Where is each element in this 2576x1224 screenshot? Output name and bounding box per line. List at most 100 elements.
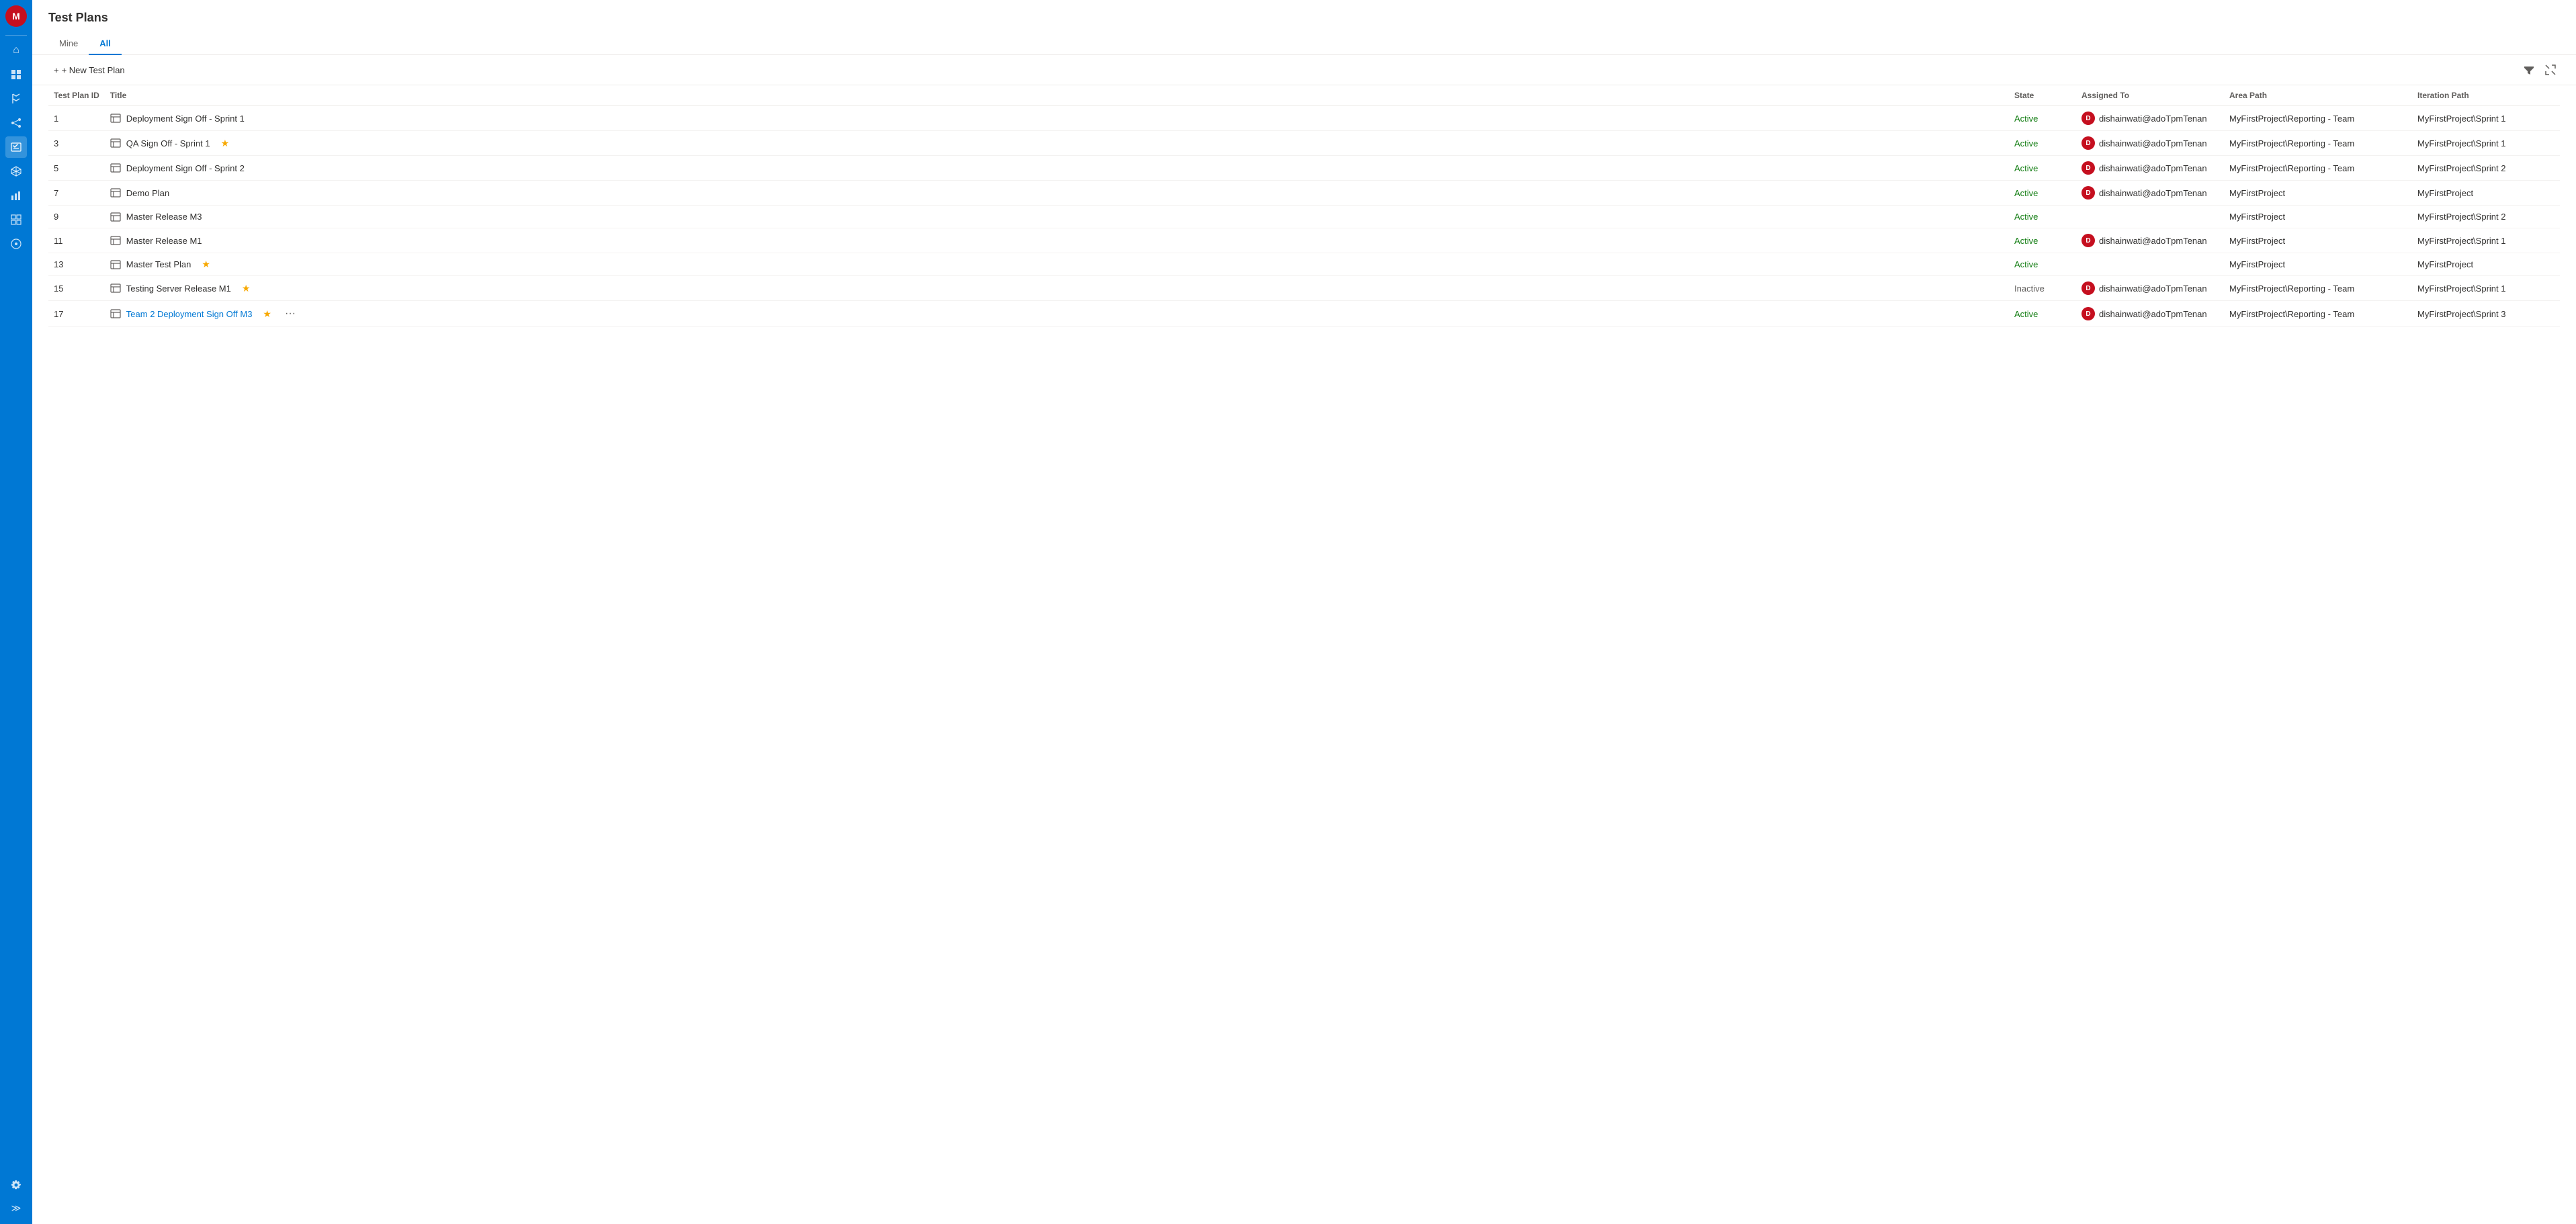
avatar: D — [2081, 136, 2095, 150]
table-row: 15Testing Server Release M1★InactiveDdis… — [48, 276, 2560, 301]
page-header: Test Plans Mine All — [32, 0, 2576, 55]
state-badge: Active — [2014, 188, 2038, 198]
tab-mine[interactable]: Mine — [48, 33, 89, 55]
new-test-plan-label: + New Test Plan — [62, 65, 125, 75]
cell-assigned — [2076, 253, 2224, 276]
new-test-plan-button[interactable]: + + New Test Plan — [48, 62, 130, 79]
cell-title: Master Test Plan ★ — [105, 253, 2009, 276]
plan-icon — [110, 138, 121, 149]
cell-assigned: Ddishainwati@adoTpmTenan — [2076, 301, 2224, 327]
cell-state: Active — [2009, 206, 2076, 228]
repos-icon[interactable] — [5, 88, 27, 110]
nav-divider — [5, 35, 27, 36]
cell-iteration-path: MyFirstProject\Sprint 2 — [2412, 156, 2560, 181]
pipelines-icon[interactable] — [5, 112, 27, 134]
reports-icon[interactable] — [5, 185, 27, 206]
col-header-iteration: Iteration Path — [2412, 85, 2560, 106]
cell-iteration-path: MyFirstProject\Sprint 1 — [2412, 228, 2560, 253]
cell-area-path: MyFirstProject — [2224, 181, 2412, 206]
col-header-assigned: Assigned To — [2076, 85, 2224, 106]
state-badge: Active — [2014, 138, 2038, 148]
star-icon[interactable]: ★ — [263, 308, 271, 320]
cell-assigned: Ddishainwati@adoTpmTenan — [2076, 131, 2224, 156]
state-badge: Active — [2014, 163, 2038, 173]
cell-state: Active — [2009, 228, 2076, 253]
table-row: 13 Master Test Plan ★ Active MyFirstProject M… — [48, 253, 2560, 276]
title-link[interactable]: Team 2 Deployment Sign Off M3 — [126, 309, 253, 319]
cell-id: 5 — [48, 156, 105, 181]
plan-icon — [110, 113, 121, 124]
page-title: Test Plans — [48, 11, 2560, 25]
col-header-state: State — [2009, 85, 2076, 106]
boards-icon[interactable] — [5, 64, 27, 85]
title-text: QA Sign Off - Sprint 1 — [126, 138, 210, 148]
state-badge: Active — [2014, 114, 2038, 124]
avatar: D — [2081, 112, 2095, 125]
tab-all[interactable]: All — [89, 33, 122, 55]
overview-icon[interactable] — [5, 209, 27, 230]
main-content: Test Plans Mine All + + New Test Plan Te… — [32, 0, 2576, 1224]
cell-state: Active — [2009, 131, 2076, 156]
plan-icon — [110, 211, 121, 222]
cell-assigned: Ddishainwati@adoTpmTenan — [2076, 156, 2224, 181]
avatar: D — [2081, 281, 2095, 295]
avatar: D — [2081, 234, 2095, 247]
wiki-icon[interactable] — [5, 233, 27, 255]
cell-area-path: MyFirstProject\Reporting - Team — [2224, 156, 2412, 181]
cell-area-path: MyFirstProject\Reporting - Team — [2224, 276, 2412, 301]
filter-icon-button[interactable] — [2520, 60, 2538, 79]
title-text: Master Test Plan — [126, 259, 191, 269]
table-header-row: Test Plan ID Title State Assigned To Are… — [48, 85, 2560, 106]
avatar: D — [2081, 307, 2095, 320]
cell-iteration-path: MyFirstProject\Sprint 1 — [2412, 106, 2560, 131]
state-badge: Active — [2014, 236, 2038, 246]
expand-icon-button[interactable] — [2541, 60, 2560, 79]
expand-nav-icon[interactable]: ≫ — [5, 1197, 27, 1219]
cell-id: 11 — [48, 228, 105, 253]
table-row: 1Deployment Sign Off - Sprint 1★ActiveDd… — [48, 106, 2560, 131]
plan-icon — [110, 259, 121, 270]
tabs-bar: Mine All — [48, 33, 2560, 54]
cell-id: 17 — [48, 301, 105, 327]
cell-state: Active — [2009, 181, 2076, 206]
cell-area-path: MyFirstProject\Reporting - Team — [2224, 131, 2412, 156]
cell-area-path: MyFirstProject\Reporting - Team — [2224, 106, 2412, 131]
title-text: Demo Plan — [126, 188, 169, 198]
col-header-area: Area Path — [2224, 85, 2412, 106]
avatar: D — [2081, 161, 2095, 175]
cell-iteration-path: MyFirstProject\Sprint 1 — [2412, 131, 2560, 156]
avatar: D — [2081, 186, 2095, 200]
title-text: Deployment Sign Off - Sprint 2 — [126, 163, 245, 173]
cell-iteration-path: MyFirstProject\Sprint 1 — [2412, 276, 2560, 301]
settings-icon[interactable] — [5, 1174, 27, 1196]
col-header-title: Title — [105, 85, 2009, 106]
state-badge: Inactive — [2014, 283, 2045, 294]
cell-title: Team 2 Deployment Sign Off M3 ★ ··· — [105, 301, 2009, 327]
cell-state: Active — [2009, 106, 2076, 131]
cell-id: 13 — [48, 253, 105, 276]
title-text: Master Release M1 — [126, 236, 202, 246]
user-avatar[interactable]: M — [5, 5, 27, 27]
plan-icon — [110, 308, 121, 320]
star-icon[interactable]: ★ — [221, 138, 230, 149]
cell-iteration-path: MyFirstProject — [2412, 253, 2560, 276]
cell-title: Master Release M1★ — [105, 228, 2009, 253]
artifacts-icon[interactable] — [5, 161, 27, 182]
title-text: Master Release M3 — [126, 212, 202, 222]
plan-icon — [110, 187, 121, 199]
table-row: 5Deployment Sign Off - Sprint 2★ActiveDd… — [48, 156, 2560, 181]
cell-id: 9 — [48, 206, 105, 228]
row-context-menu-button[interactable]: ··· — [282, 306, 298, 321]
assigned-name: dishainwati@adoTpmTenan — [2099, 163, 2207, 173]
toolbar-right — [2520, 60, 2560, 79]
state-badge: Active — [2014, 259, 2038, 269]
cell-iteration-path: MyFirstProject\Sprint 3 — [2412, 301, 2560, 327]
home-icon[interactable]: ⌂ — [5, 40, 27, 61]
star-icon[interactable]: ★ — [202, 259, 210, 270]
testplans-icon[interactable] — [5, 136, 27, 158]
cell-state: Active — [2009, 156, 2076, 181]
state-badge: Active — [2014, 212, 2038, 222]
plus-icon: + — [54, 65, 59, 75]
table-row: 7Demo Plan★ActiveDdishainwati@adoTpmTena… — [48, 181, 2560, 206]
star-icon[interactable]: ★ — [242, 283, 251, 294]
